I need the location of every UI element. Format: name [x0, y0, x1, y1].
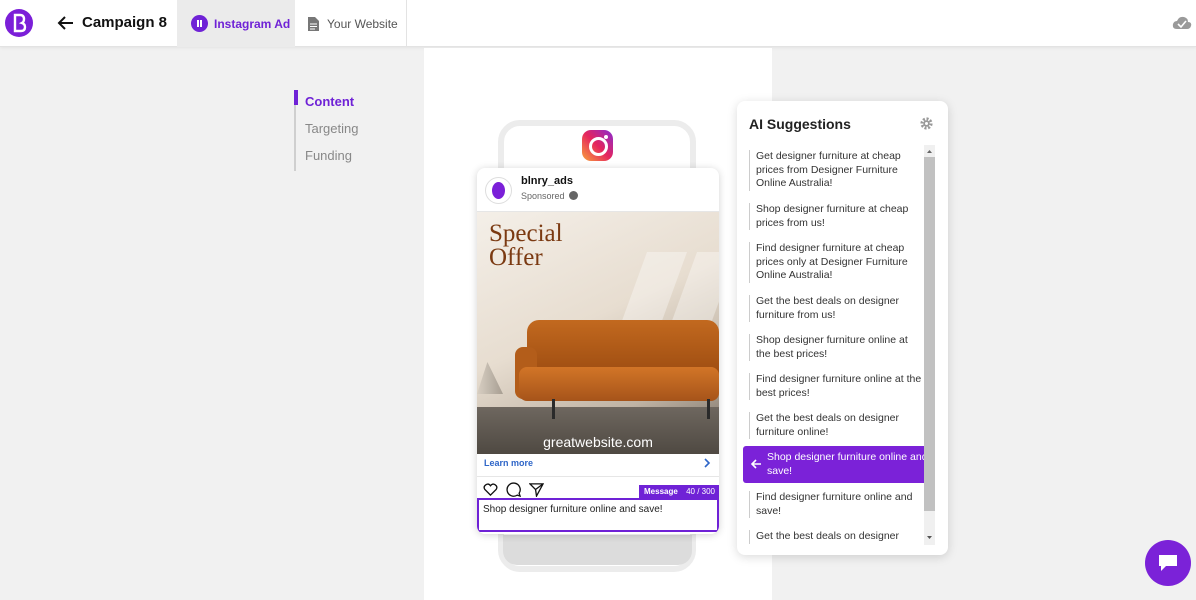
suggestion-item[interactable]: Get the best deals on designer furniture… [749, 295, 923, 322]
comment-icon [506, 482, 521, 497]
lamp [477, 362, 503, 394]
message-label: Message [644, 487, 678, 496]
gear-icon[interactable] [919, 116, 934, 131]
suggestion-item[interactable]: Get the best deals on designer [749, 530, 923, 544]
top-bar: Campaign 8 Instagram Ad Your Website [0, 0, 1196, 47]
step-navigation: Content Targeting Funding [294, 90, 384, 171]
document-icon [308, 16, 319, 31]
scroll-up-icon[interactable] [924, 146, 935, 157]
instagram-icon [582, 130, 613, 161]
suggestion-item[interactable]: Find designer furniture online at the be… [749, 373, 923, 400]
message-count: 40 / 300 [686, 487, 715, 496]
ai-suggestions-panel: AI Suggestions Get designer furniture at… [737, 101, 948, 555]
sponsored-text: Sponsored [521, 191, 565, 201]
message-badge: Message 40 / 300 [639, 485, 719, 498]
panel-pointer [727, 500, 737, 520]
chevron-right-icon [704, 458, 711, 468]
suggestion-item[interactable]: Shop designer furniture online at the be… [749, 334, 923, 361]
sofa-leg [552, 399, 555, 419]
brand-logo-icon [13, 13, 27, 33]
nav-item-funding[interactable]: Funding [296, 144, 384, 171]
cta-label: Learn more [484, 458, 534, 468]
suggestion-item[interactable]: Get designer furniture at cheap prices f… [749, 150, 923, 191]
instagram-ad-preview: blnry_ads Sponsored Special Offer greatw… [477, 168, 719, 534]
pause-icon [191, 15, 208, 32]
tab-instagram-ad[interactable]: Instagram Ad [177, 0, 295, 47]
suggestion-item[interactable]: Find designer furniture at cheap prices … [749, 242, 923, 283]
chat-button[interactable] [1145, 540, 1191, 586]
heart-icon [483, 483, 498, 497]
globe-icon [569, 191, 579, 200]
image-caption: greatwebsite.com [543, 434, 653, 450]
sofa-seat [519, 367, 719, 401]
sponsored-label: Sponsored [521, 191, 579, 201]
suggestion-text: Shop designer furniture online and save! [767, 451, 928, 477]
tab-label: Instagram Ad [214, 16, 291, 31]
back-arrow-icon[interactable] [57, 13, 75, 33]
ad-action-icons [483, 482, 544, 498]
ad-image[interactable]: Special Offer greatwebsite.com [477, 212, 719, 454]
arrow-left-icon [750, 459, 761, 469]
panel-title: AI Suggestions [749, 116, 851, 132]
sofa-leg [707, 399, 710, 419]
scrollbar-thumb[interactable] [924, 157, 935, 511]
nav-item-targeting[interactable]: Targeting [296, 117, 384, 144]
suggestion-item[interactable]: Find designer furniture online and save! [749, 491, 923, 518]
brand-logo[interactable] [5, 9, 33, 37]
image-headline: Special Offer [489, 220, 563, 271]
phone-bottom [503, 535, 692, 565]
ad-handle: blnry_ads [521, 175, 573, 187]
suggestion-item[interactable]: Shop designer furniture at cheap prices … [749, 203, 923, 230]
avatar [485, 177, 512, 204]
learn-more-link[interactable]: Learn more [477, 454, 719, 477]
scroll-down-icon[interactable] [924, 532, 935, 543]
suggestion-item[interactable]: Get the best deals on designer furniture… [749, 412, 923, 439]
tab-label: Your Website [327, 16, 398, 31]
nav-item-content[interactable]: Content [294, 90, 384, 117]
tab-your-website[interactable]: Your Website [296, 0, 407, 47]
chat-icon [1159, 555, 1177, 571]
cloud-saved-icon [1172, 16, 1192, 29]
message-input[interactable]: Shop designer furniture online and save! [477, 498, 719, 532]
campaign-title: Campaign 8 [82, 14, 168, 31]
share-icon [529, 483, 544, 497]
suggestion-item-selected[interactable]: Shop designer furniture online and save! [743, 446, 935, 483]
